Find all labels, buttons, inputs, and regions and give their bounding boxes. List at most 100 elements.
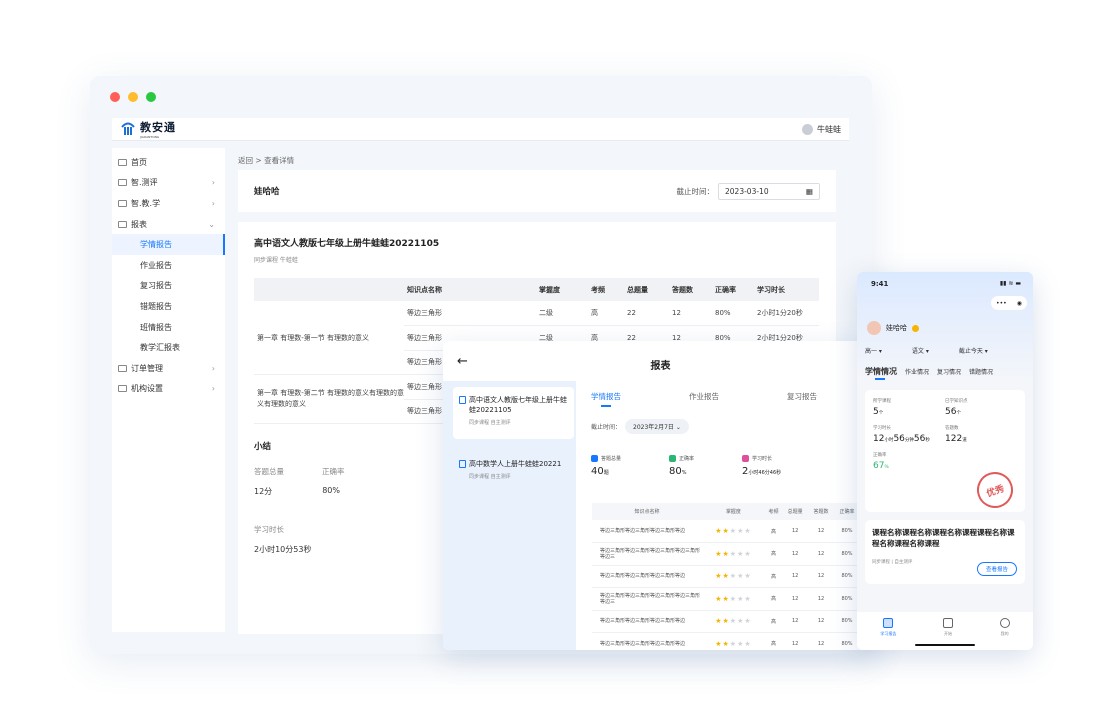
grade-select[interactable]: 高一 ▾ — [865, 346, 882, 355]
breadcrumb-back-link[interactable]: 返回 — [238, 156, 253, 165]
close-window-button[interactable] — [110, 92, 120, 102]
phone-tabs: 学情情况 作业情况 复习情况 错题情况 — [865, 366, 993, 380]
summary-time-value: 2小时10分53秒 — [254, 545, 312, 554]
subject-select[interactable]: 语文 ▾ — [912, 346, 929, 355]
sidebar-item-org-settings[interactable]: 机构设置 › — [112, 379, 225, 400]
star-icon: ★ — [722, 549, 730, 558]
sidebar-item-label: 订单管理 — [131, 363, 163, 373]
nav-label: 我的 — [1000, 631, 1009, 636]
stat-label: 答题总量 — [601, 456, 622, 462]
sidebar-item-teaching[interactable]: 智.教.学 › — [112, 193, 225, 214]
phone-screen: 9:41 ▮▮ ≋ ▬ ••• ◉ 娃哈哈 高一 ▾ 语文 ▾ 截止今天 ▾ 学… — [857, 272, 1033, 650]
nav-mine[interactable]: 我的 — [999, 618, 1010, 650]
table-cell: 等边三角形 — [404, 301, 536, 326]
sidebar-item-orders[interactable]: 订单管理 › — [112, 358, 225, 379]
date-select[interactable]: 2023年2月7日 ⌄ — [625, 419, 689, 434]
avatar — [802, 123, 813, 135]
star-icon: ★ — [744, 639, 752, 648]
maximize-window-button[interactable] — [146, 92, 156, 102]
chevron-right-icon: › — [211, 384, 215, 394]
table-cell: 12 — [782, 542, 809, 566]
mastery-stars: ★★★★★ — [715, 527, 751, 535]
tab-study-status[interactable]: 学情情况 — [865, 366, 897, 380]
sidebar-item-review-report[interactable]: 复习报告 — [112, 276, 225, 297]
table-cell: 二级 — [536, 301, 588, 326]
close-target-icon[interactable]: ◉ — [1017, 300, 1022, 307]
nav-label: 学习报告 — [880, 631, 897, 636]
star-icon: ★ — [729, 527, 738, 535]
summary-value: 12分 — [254, 487, 273, 496]
stat-unit: 分钟 — [904, 438, 914, 443]
deadline-filter: 截止时间： 2023-03-10 ▦ — [677, 182, 820, 200]
minimize-window-button[interactable] — [128, 92, 138, 102]
nav-study-report[interactable]: 学习报告 — [880, 618, 896, 650]
table-cell: 22 — [624, 301, 669, 326]
more-icon[interactable]: ••• — [996, 300, 1007, 307]
user-name: 娃哈哈 — [886, 324, 907, 332]
sidebar-item-class-report[interactable]: 班情报告 — [112, 317, 225, 338]
sidebar-item-mistake-report[interactable]: 错题报告 — [112, 296, 225, 317]
tab-review-report[interactable]: 复习报告 — [787, 391, 817, 402]
deadline-date-value: 2023-03-10 — [725, 186, 769, 196]
phone-filters: 高一 ▾ 语文 ▾ 截止今天 ▾ — [865, 346, 988, 355]
table-cell: 12 — [808, 520, 835, 543]
star-icon: ★ — [744, 527, 752, 535]
phone-course-card[interactable]: 课程名称课程名称课程名称课程课程名称课程名称课程名称课程 同步课程 | 自主测评… — [865, 520, 1025, 584]
stat-label: 答题数 — [945, 426, 959, 431]
chevron-right-icon: › — [211, 178, 215, 188]
table-cell: 12 — [808, 565, 835, 588]
sidebar-item-teaching-summary[interactable]: 教学汇报表 — [112, 337, 225, 358]
star-icon: ★ — [744, 617, 752, 626]
table-header-cell: 掌握度 — [702, 503, 765, 520]
tab-homework-report[interactable]: 作业报告 — [689, 391, 719, 402]
stat-value: 56 — [945, 407, 957, 417]
table-row: 等边三角形等边三角形等边三角形等边三角形等边三 ★★★★★ 高 12 12 80% — [592, 542, 860, 566]
table-row: 等边三角形等边三角形等边三角形等边 ★★★★★ 高 12 12 80% — [592, 632, 860, 650]
star-icon: ★ — [715, 549, 723, 558]
sidebar-item-assessment[interactable]: 智.测评 › — [112, 173, 225, 194]
sidebar-item-label: 首页 — [131, 157, 147, 167]
stat-value: 67 — [873, 461, 885, 471]
mini-program-capsule[interactable]: ••• ◉ — [991, 296, 1027, 310]
sidebar-item-home[interactable]: 首页 — [112, 152, 225, 173]
logo-icon — [121, 122, 135, 135]
phone-user[interactable]: 娃哈哈 — [867, 321, 919, 335]
stat-label: 正确率 — [873, 453, 887, 458]
tab-review-status[interactable]: 复习情况 — [937, 367, 961, 376]
star-icon: ★ — [729, 639, 738, 648]
mastery-stars: ★★★★★ — [715, 550, 751, 558]
stat-study-time: 学习时长 12小时56分钟56秒 — [873, 425, 945, 444]
home-indicator — [915, 644, 975, 646]
tab-mistake-status[interactable]: 错题情况 — [969, 367, 993, 376]
view-report-button[interactable]: 查看报告 — [976, 562, 1017, 576]
table-cell: 12 — [782, 520, 809, 543]
table-cell: 高 — [764, 565, 783, 588]
stat-unit: 道 — [962, 438, 967, 443]
sidebar-item-reports[interactable]: 报表 ⌄ — [112, 214, 225, 235]
sidebar-item-homework-report[interactable]: 作业报告 — [112, 255, 225, 276]
tab-homework-status[interactable]: 作业情况 — [905, 367, 929, 376]
deadline-date-picker[interactable]: 2023-03-10 ▦ — [718, 182, 820, 200]
table-cell: 等边三角形等边三角形等边三角形等边 — [592, 632, 702, 650]
tab-study-report[interactable]: 学情报告 — [591, 391, 621, 407]
table-header-cell: 考频 — [764, 503, 783, 520]
stat-label: 学习时长 — [752, 456, 773, 462]
course-list: 高中语文人教版七年级上册牛蛙蛙20221105 同步课程 自主测评 高中数学人上… — [443, 381, 576, 650]
user-menu[interactable]: 牛蛙蛙 — [802, 123, 841, 135]
stat-accuracy: 正确率 67% — [873, 452, 945, 471]
table-cell: 高 — [764, 542, 783, 566]
sidebar-item-study-report[interactable]: 学情报告 — [112, 234, 225, 255]
medal-icon — [912, 324, 919, 332]
stat-value: 122 — [945, 434, 963, 444]
brand-logo[interactable]: 教安通 JIAOANTONG — [120, 119, 176, 139]
course-card[interactable]: 高中语文人教版七年级上册牛蛙蛙20221105 同步课程 自主测评 — [453, 387, 574, 439]
star-icon: ★ — [722, 594, 730, 603]
course-card[interactable]: 高中数学人上册牛蛙蛙20221 同步课程 自主测评 — [453, 451, 574, 503]
course-tags: 同步课程 自主测评 — [469, 420, 511, 426]
summary-time-label: 学习时长 — [254, 525, 284, 534]
chapter-cell: 第一章 有理数-第二节 有理数的意义有理数的意义有理数的意义 — [254, 374, 404, 424]
star-icon: ★ — [744, 549, 752, 558]
date-value: 2023年2月7日 — [633, 424, 674, 431]
period-select[interactable]: 截止今天 ▾ — [959, 346, 988, 355]
table-header-cell: 学习时长 — [754, 278, 819, 301]
